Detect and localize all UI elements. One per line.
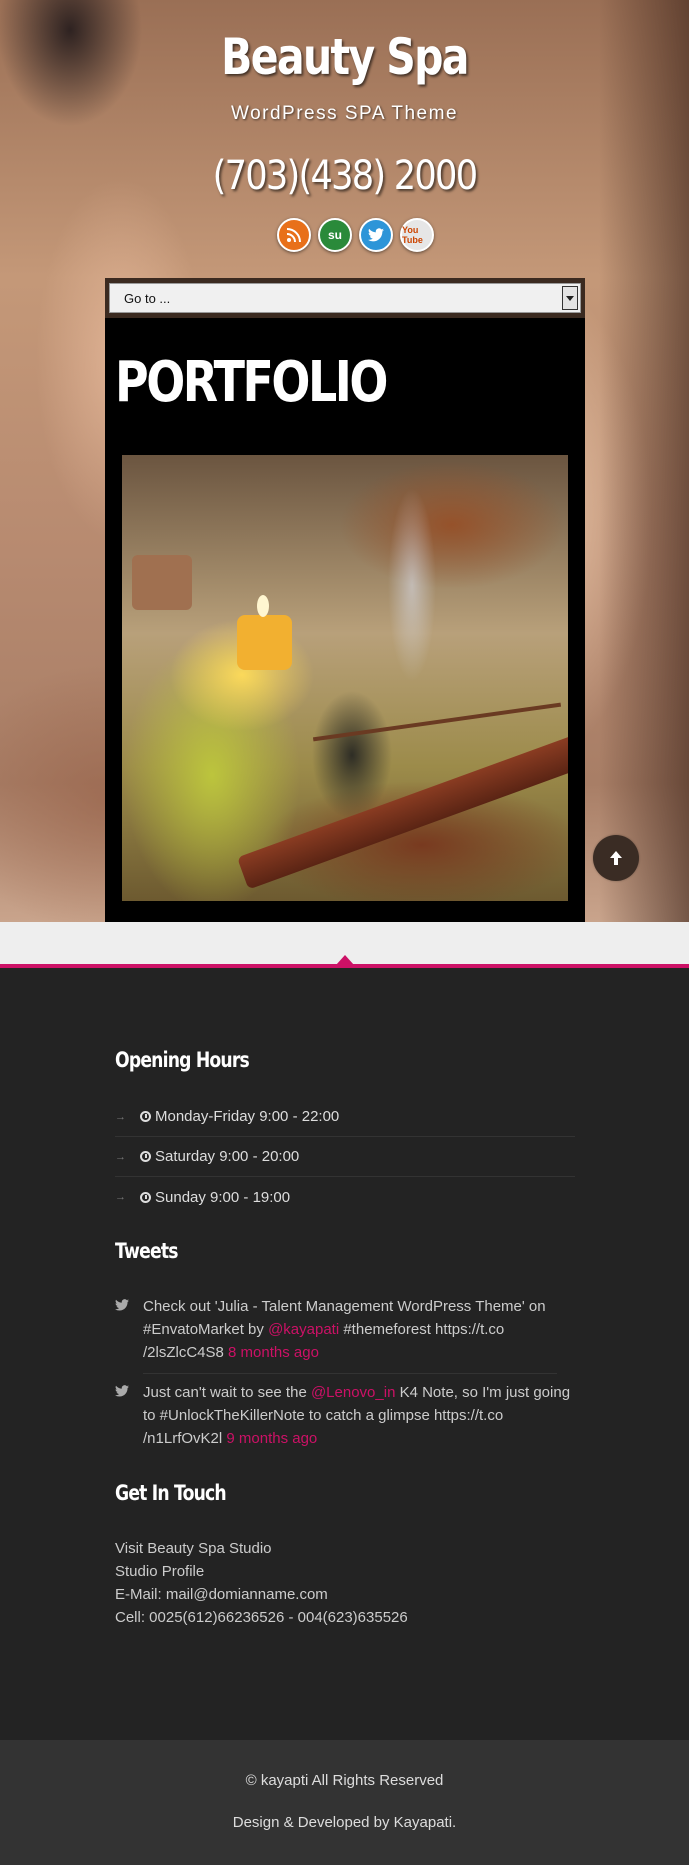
- arrow-right-icon: →: [115, 1191, 126, 1203]
- contact-email: E-Mail: mail@domianname.com: [115, 1586, 328, 1603]
- rss-icon[interactable]: [277, 218, 311, 252]
- twitter-icon: [115, 1299, 129, 1311]
- hours-text: Sunday 9:00 - 19:00: [155, 1188, 291, 1206]
- bottle-cork-shape: [132, 555, 192, 610]
- candle-flame-shape: [257, 595, 269, 617]
- arrow-right-icon: →: [115, 1110, 126, 1123]
- site-tagline: WordPress SPA Theme: [230, 103, 459, 124]
- get-in-touch-title: Get In Touch: [115, 1481, 227, 1505]
- page-title: PORTFOLIO: [115, 350, 388, 415]
- tweet-divider: [143, 1373, 557, 1374]
- hero-shade: [599, 0, 689, 922]
- youtube-icon[interactable]: You Tube: [400, 218, 434, 252]
- footer-bottom: © kayapti All Rights Reserved Design & D…: [0, 1740, 689, 1865]
- list-item: → Saturday 9:00 - 20:00: [115, 1137, 575, 1177]
- smoke-shape: [372, 465, 452, 715]
- nav-select-value: Go to ...: [124, 291, 171, 306]
- scroll-to-top-button[interactable]: [593, 835, 639, 881]
- tweet-time-link[interactable]: 8 months ago: [228, 1344, 319, 1361]
- clock-icon: [140, 1191, 151, 1203]
- contact-phone: Cell: 0025(612)66236526 - 004(623)635526: [115, 1609, 408, 1626]
- stumbleupon-label: su: [327, 228, 342, 242]
- youtube-label: You Tube: [402, 225, 423, 245]
- opening-hours-list: → Monday-Friday 9:00 - 22:00 → Saturday …: [115, 1097, 575, 1217]
- hours-text: Monday-Friday 9:00 - 22:00: [155, 1108, 340, 1125]
- phone-number: (703)(438) 2000: [212, 153, 478, 199]
- site-title[interactable]: Beauty Spa: [62, 28, 627, 86]
- tweet-item: Just can't wait to see the @Lenovo_in K4…: [115, 1381, 575, 1450]
- contact-line: Visit Beauty Spa Studio: [115, 1540, 272, 1557]
- tweet-mention-link[interactable]: @kayapati: [268, 1321, 339, 1338]
- tweet-mention-link[interactable]: @Lenovo_in: [311, 1384, 395, 1401]
- hours-text: Saturday 9:00 - 20:00: [155, 1148, 300, 1165]
- list-item: → Sunday 9:00 - 19:00: [115, 1177, 575, 1217]
- candle-shape: [237, 615, 292, 670]
- list-item: → Monday-Friday 9:00 - 22:00: [115, 1097, 575, 1137]
- twitter-icon: [115, 1385, 129, 1397]
- clock-icon: [140, 1151, 151, 1162]
- credit-text: Design & Developed by Kayapati.: [232, 1814, 457, 1831]
- contact-info: Visit Beauty Spa Studio Studio Profile E…: [115, 1537, 408, 1629]
- chevron-down-icon[interactable]: [562, 286, 578, 310]
- tweet-text: Just can't wait to see the: [143, 1384, 311, 1401]
- portfolio-image[interactable]: [122, 455, 568, 901]
- incense-holder-shape: [237, 734, 568, 890]
- tweets-title: Tweets: [115, 1239, 179, 1263]
- copyright-text: © kayapti All Rights Reserved: [245, 1772, 444, 1789]
- twitter-icon[interactable]: [359, 218, 393, 252]
- opening-hours-title: Opening Hours: [115, 1048, 250, 1072]
- arrow-right-icon: →: [115, 1150, 126, 1163]
- stumbleupon-icon[interactable]: su: [318, 218, 352, 252]
- social-links: su You Tube: [277, 218, 434, 252]
- arrow-up-icon: [610, 851, 622, 865]
- nav-select[interactable]: Go to ...: [109, 283, 581, 313]
- tweet-item: Check out 'Julia - Talent Management Wor…: [115, 1295, 575, 1364]
- content-area: PORTFOLIO: [105, 318, 585, 938]
- clock-icon: [140, 1111, 151, 1122]
- contact-line: Studio Profile: [115, 1563, 205, 1580]
- tweet-time-link[interactable]: 9 months ago: [226, 1430, 317, 1447]
- nav-bar: Go to ...: [105, 278, 585, 318]
